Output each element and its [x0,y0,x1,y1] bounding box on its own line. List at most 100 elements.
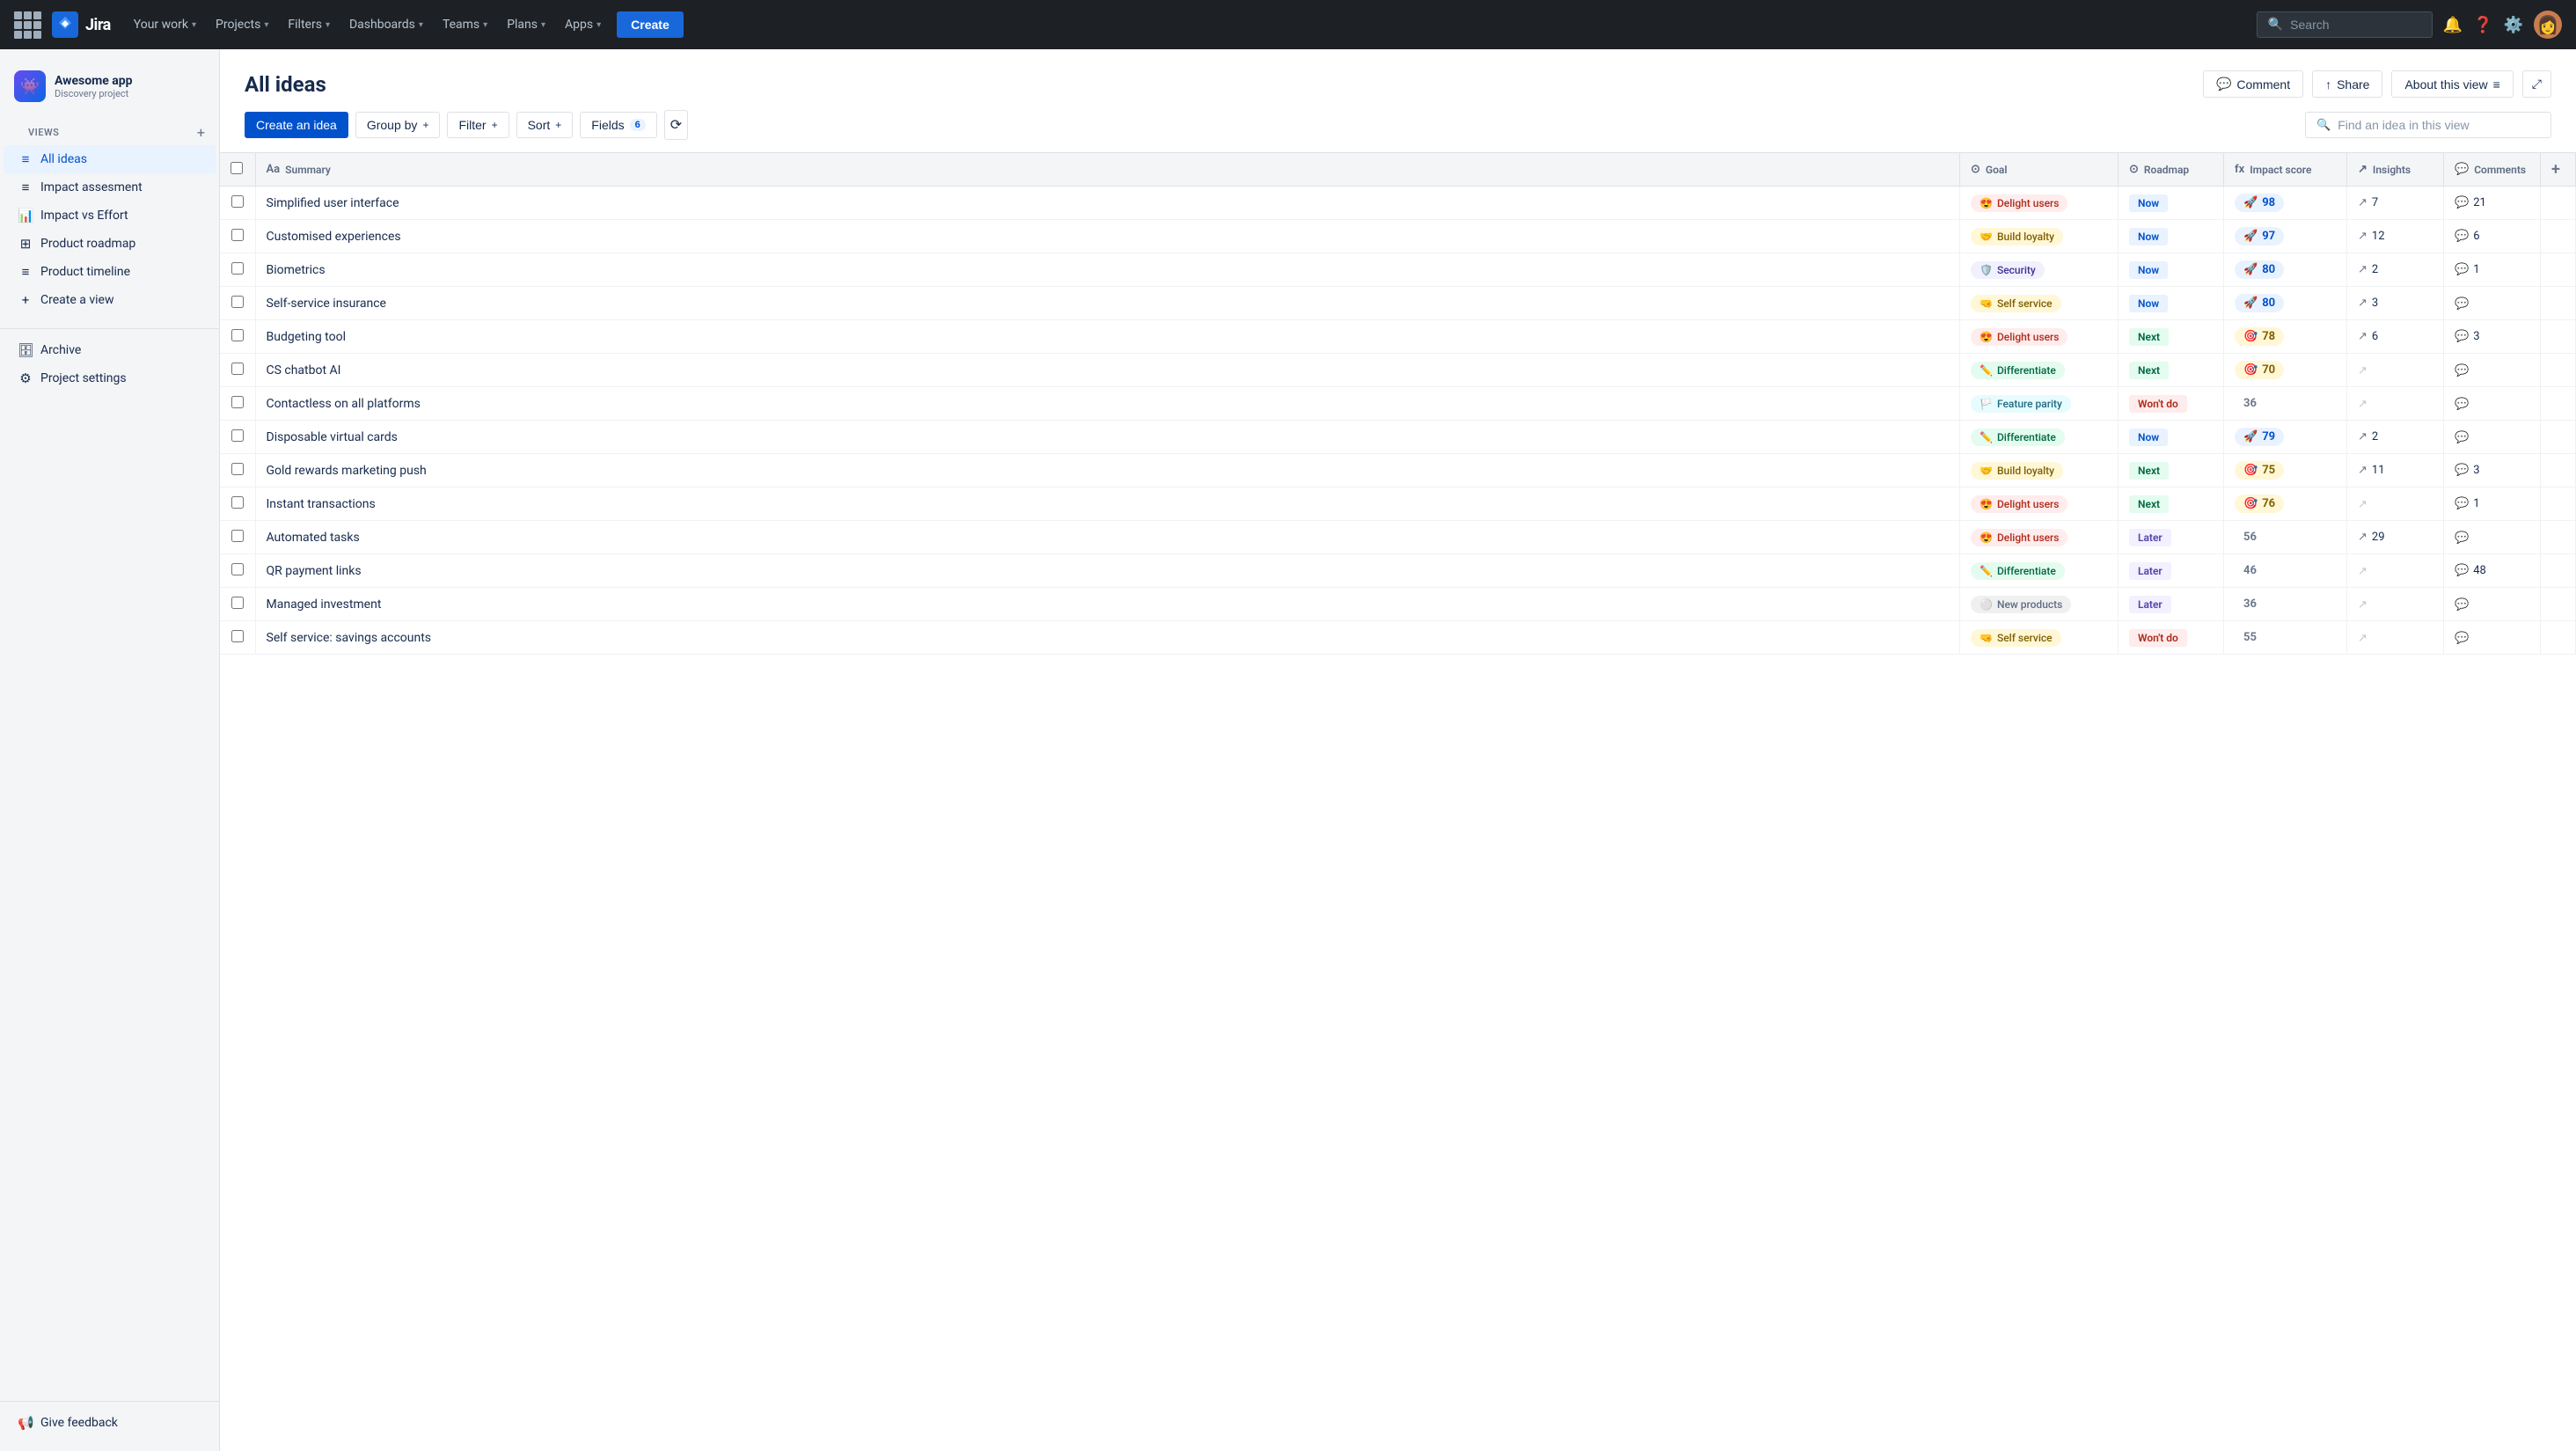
goal-badge[interactable]: 😍Delight users [1971,194,2067,212]
roadmap-column-header[interactable]: ⊙ Roadmap [2119,153,2224,187]
impact-score[interactable]: 🎯78 [2235,327,2284,346]
summary-text[interactable]: Automated tasks [267,531,360,545]
goal-badge[interactable]: 🤝Build loyalty [1971,462,2063,480]
row-checkbox[interactable] [231,496,244,509]
impact-score[interactable]: 🎯75 [2235,461,2284,480]
select-all-checkbox[interactable] [231,162,243,174]
impact-score[interactable]: 36 [2235,595,2265,613]
goal-badge[interactable]: 😍Delight users [1971,529,2067,546]
impact-column-header[interactable]: fx Impact score [2224,153,2347,187]
roadmap-badge[interactable]: Later [2129,596,2171,613]
roadmap-badge[interactable]: Now [2129,194,2168,212]
sidebar-item-product-roadmap[interactable]: ⊞ Product roadmap [4,230,216,258]
row-checkbox[interactable] [231,262,244,275]
roadmap-badge[interactable]: Next [2129,328,2169,346]
toolbar-search-input[interactable]: 🔍 [2305,112,2551,138]
summary-column-header[interactable]: Aa Summary [255,153,1960,187]
row-checkbox[interactable] [231,463,244,475]
about-view-button[interactable]: About this view ≡ [2391,70,2513,98]
toolbar-search[interactable]: 🔍 [2305,112,2551,138]
nav-filters[interactable]: Filters ▾ [279,12,339,37]
roadmap-badge[interactable]: Won't do [2129,395,2187,413]
apps-grid-icon[interactable] [14,11,41,39]
goal-badge[interactable]: 🛡️Security [1971,261,2045,279]
impact-score[interactable]: 🎯76 [2235,495,2284,513]
goal-column-header[interactable]: ⊙ Goal [1960,153,2119,187]
sidebar-item-impact-vs-effort[interactable]: 📊 Impact vs Effort [4,202,216,230]
summary-text[interactable]: Contactless on all platforms [267,397,421,411]
impact-score[interactable]: 46 [2235,561,2265,580]
sort-button[interactable]: Sort + [516,112,574,138]
summary-text[interactable]: Disposable virtual cards [267,430,398,444]
impact-score[interactable]: 56 [2235,528,2265,546]
row-checkbox[interactable] [231,429,244,442]
goal-badge[interactable]: ✏️Differentiate [1971,429,2065,446]
goal-badge[interactable]: 🤜Self service [1971,629,2061,647]
impact-score[interactable]: 🚀97 [2235,227,2284,245]
summary-text[interactable]: QR payment links [267,564,362,578]
roadmap-badge[interactable]: Now [2129,228,2168,245]
goal-badge[interactable]: 🏳️Feature parity [1971,395,2071,413]
impact-score[interactable]: 🚀79 [2235,428,2284,446]
comments-column-header[interactable]: 💬 Comments [2444,153,2541,187]
expand-button[interactable]: ⤢ [2522,70,2551,98]
impact-score[interactable]: 🚀80 [2235,294,2284,312]
refresh-button[interactable]: ⟳ [664,110,688,140]
add-view-icon[interactable]: + [197,124,205,141]
share-button[interactable]: ↑ Share [2312,70,2382,98]
nav-plans[interactable]: Plans ▾ [498,12,554,37]
roadmap-badge[interactable]: Next [2129,362,2169,379]
group-by-button[interactable]: Group by + [355,112,441,138]
goal-badge[interactable]: ✏️Differentiate [1971,562,2065,580]
row-checkbox[interactable] [231,396,244,408]
impact-score[interactable]: 🚀80 [2235,260,2284,279]
nav-projects[interactable]: Projects ▾ [207,12,277,37]
search-input[interactable] [2290,18,2421,32]
sidebar-item-create-view[interactable]: + Create a view [4,286,216,314]
roadmap-badge[interactable]: Now [2129,295,2168,312]
idea-search-input[interactable] [2338,118,2540,132]
summary-text[interactable]: Budgeting tool [267,330,347,344]
add-column-header[interactable]: + [2541,153,2576,187]
summary-text[interactable]: Customised experiences [267,230,401,244]
row-checkbox[interactable] [231,229,244,241]
search-box[interactable]: 🔍 [2257,11,2433,38]
sidebar-item-archive[interactable]: 🗄 Archive [4,336,216,364]
summary-text[interactable]: Self-service insurance [267,297,386,311]
goal-badge[interactable]: 🤜Self service [1971,295,2061,312]
summary-text[interactable]: Managed investment [267,597,382,612]
row-checkbox[interactable] [231,329,244,341]
roadmap-badge[interactable]: Won't do [2129,629,2187,647]
row-checkbox[interactable] [231,363,244,375]
summary-text[interactable]: Biometrics [267,263,326,277]
help-icon[interactable]: ❓ [2473,16,2492,34]
roadmap-badge[interactable]: Now [2129,261,2168,279]
settings-icon[interactable]: ⚙️ [2504,16,2523,34]
row-checkbox[interactable] [231,530,244,542]
insights-column-header[interactable]: ↗ Insights [2347,153,2444,187]
jira-logo[interactable]: Jira [52,11,111,38]
filter-button[interactable]: Filter + [447,112,509,138]
add-column-icon[interactable]: + [2551,160,2560,179]
create-idea-button[interactable]: Create an idea [245,112,348,138]
goal-badge[interactable]: 🤝Build loyalty [1971,228,2063,245]
summary-text[interactable]: CS chatbot AI [267,363,341,377]
row-checkbox[interactable] [231,195,244,208]
nav-your-work[interactable]: Your work ▾ [125,12,205,37]
sidebar-item-impact-assessment[interactable]: ≡ Impact assesment [4,173,216,202]
goal-badge[interactable]: ⚪New products [1971,596,2071,613]
fields-button[interactable]: Fields 6 [580,112,656,138]
summary-text[interactable]: Gold rewards marketing push [267,464,427,478]
user-avatar[interactable]: 👩 [2534,11,2562,39]
impact-score[interactable]: 🎯70 [2235,361,2284,379]
sidebar-item-give-feedback[interactable]: 📢 Give feedback [4,1409,216,1437]
roadmap-badge[interactable]: Later [2129,562,2171,580]
roadmap-badge[interactable]: Next [2129,462,2169,480]
goal-badge[interactable]: 😍Delight users [1971,495,2067,513]
row-checkbox[interactable] [231,563,244,575]
nav-dashboards[interactable]: Dashboards ▾ [340,12,432,37]
create-button[interactable]: Create [617,11,684,38]
roadmap-badge[interactable]: Next [2129,495,2169,513]
summary-text[interactable]: Self service: savings accounts [267,631,432,645]
goal-badge[interactable]: ✏️Differentiate [1971,362,2065,379]
